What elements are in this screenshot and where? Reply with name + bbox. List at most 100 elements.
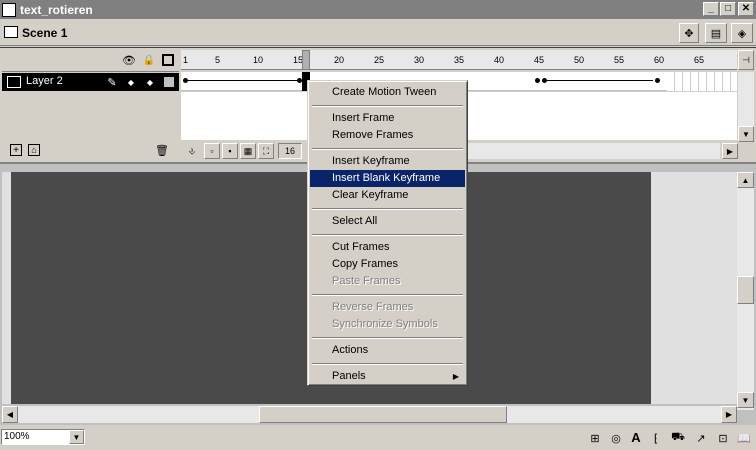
menu-item-copy-frames[interactable]: Copy Frames (310, 256, 465, 273)
pasteboard-left[interactable] (2, 172, 11, 404)
layer-header: 👁 🔒 (2, 50, 179, 72)
onion-skin-icon[interactable]: ▫ (204, 143, 220, 159)
close-icon: ✕ (741, 3, 751, 14)
timeline-vscroll[interactable]: ▼ (738, 72, 754, 142)
ruler-tick: 1 (183, 55, 189, 65)
pencil-icon: ✎ (107, 76, 117, 89)
timeline-view-button[interactable]: ⊣ (738, 50, 754, 70)
symbols-menu-button[interactable]: ◈ (731, 23, 753, 43)
menu-separator (312, 294, 463, 296)
minimize-button[interactable]: _ (703, 2, 719, 16)
layer-row[interactable]: Layer 2 ✎ ◆ ◆ (2, 73, 179, 91)
scroll-right-icon[interactable]: ▶ (722, 143, 738, 159)
onion-outline-icon[interactable]: ▪ (222, 143, 238, 159)
pasteboard[interactable] (651, 172, 737, 404)
menu-item-insert-keyframe[interactable]: Insert Keyframe (310, 153, 465, 170)
edit-scene-button[interactable]: ✥ (679, 23, 699, 43)
ruler-tick: 10 (253, 55, 264, 65)
layer-name: Layer 2 (26, 75, 63, 87)
vscroll-thumb[interactable] (737, 276, 754, 304)
menu-item-cut-frames[interactable]: Cut Frames (310, 239, 465, 256)
menu-separator (312, 234, 463, 236)
scene-label: Scene 1 (22, 26, 68, 40)
empty-frames[interactable] (667, 72, 737, 91)
actions-panel-icon[interactable]: ↗ (694, 431, 708, 445)
menu-separator (312, 105, 463, 107)
info-panel-icon[interactable]: ⊞ (588, 431, 602, 445)
menu-item-clear-keyframe[interactable]: Clear Keyframe (310, 187, 465, 204)
add-guide-icon[interactable]: ⌂ (28, 144, 40, 156)
ruler-tick: 55 (614, 55, 625, 65)
outline-icon[interactable] (162, 54, 174, 66)
menu-item-create-motion-tween[interactable]: Create Motion Tween (310, 84, 465, 101)
menu-item-remove-frames[interactable]: Remove Frames (310, 127, 465, 144)
lock-dot-icon[interactable]: ◆ (146, 75, 154, 89)
keyframe-marker[interactable] (655, 78, 660, 83)
scene-icon (4, 26, 18, 38)
context-menu: Create Motion Tween Insert Frame Remove … (307, 80, 468, 386)
menu-item-synchronize-symbols: Synchronize Symbols (332, 318, 438, 330)
menu-separator (312, 363, 463, 365)
character-panel-icon[interactable]: A (630, 430, 642, 445)
scroll-down-icon[interactable]: ▼ (737, 392, 754, 408)
window-titlebar: text_rotieren _ □ ✕ (0, 0, 756, 19)
ruler-tick: 40 (494, 55, 505, 65)
lock-icon[interactable]: 🔒 (143, 54, 155, 66)
modify-markers-icon[interactable]: ⛶ (258, 143, 274, 159)
library-icon[interactable]: 📖 (736, 431, 752, 445)
menu-item-panels-label: Panels (332, 370, 366, 382)
menu-item-select-all[interactable]: Select All (310, 213, 465, 230)
current-frame-display: 16 (278, 143, 302, 159)
visible-dot-icon[interactable]: ◆ (127, 75, 135, 89)
stage-vscroll[interactable]: ▲ ▼ (737, 172, 754, 410)
keyframe-marker[interactable] (535, 78, 540, 83)
menu-item-reverse-frames: Reverse Frames (332, 301, 414, 313)
submenu-arrow-icon: ▶ (452, 372, 459, 381)
menu-separator (312, 208, 463, 210)
scroll-right-icon[interactable]: ▶ (721, 406, 737, 423)
document-icon (2, 2, 16, 17)
hscroll-thumb[interactable] (259, 406, 507, 423)
scene-panel-icon[interactable]: ⛟ (670, 431, 686, 445)
stage-hscroll[interactable]: ◀ ▶ (2, 406, 737, 423)
menu-item-panels[interactable]: Panels ▶ (310, 368, 465, 385)
scroll-down-icon[interactable]: ▼ (738, 126, 754, 142)
movie-explorer-icon[interactable]: ⊡ (716, 431, 730, 445)
scroll-up-icon[interactable]: ▲ (737, 172, 754, 188)
instance-panel-icon[interactable]: ⁅ (648, 431, 664, 445)
menu-separator (312, 148, 463, 150)
close-button[interactable]: ✕ (738, 2, 754, 16)
chevron-down-icon[interactable]: ▼ (69, 430, 84, 444)
ruler-tick: 35 (454, 55, 465, 65)
outline-color-icon[interactable] (164, 77, 174, 87)
tween-arrow (547, 80, 653, 81)
menu-item-insert-blank-keyframe[interactable]: Insert Blank Keyframe (310, 170, 465, 187)
frame-ruler[interactable]: 1 5 10 15 20 25 30 35 40 45 50 55 60 65 (181, 50, 737, 70)
window-title: text_rotieren (20, 2, 93, 17)
maximize-button[interactable]: □ (720, 2, 736, 16)
ruler-tick: 45 (534, 55, 545, 65)
scroll-left-icon[interactable]: ◀ (2, 406, 18, 423)
scene-bar: Scene 1 ✥ ▤ ◈ (0, 20, 756, 46)
ruler-tick: 30 (414, 55, 425, 65)
keyframe-marker[interactable] (183, 78, 188, 83)
mixer-panel-icon[interactable]: ◎ (608, 431, 624, 445)
timeline-view-icon: ⊣ (742, 54, 750, 65)
trash-icon[interactable]: 🗑 (155, 144, 169, 157)
ruler-tick: 5 (215, 55, 221, 65)
center-frame-icon[interactable]: ⎀ (186, 144, 198, 158)
edit-multiple-icon[interactable]: ▦ (240, 143, 256, 159)
ruler-tick: 20 (334, 55, 345, 65)
menu-item-actions[interactable]: Actions (310, 342, 465, 359)
add-layer-icon[interactable]: + (10, 144, 22, 156)
minimize-icon: _ (708, 3, 714, 14)
menu-item-insert-frame[interactable]: Insert Frame (310, 110, 465, 127)
ruler-tick: 60 (654, 55, 665, 65)
edit-symbols-button[interactable]: ▤ (705, 23, 727, 43)
eye-icon[interactable]: 👁 (122, 54, 136, 67)
playhead[interactable] (302, 50, 310, 70)
edit-symbols-icon: ▤ (710, 27, 722, 40)
edit-scene-icon: ✥ (684, 27, 694, 40)
shapes-icon: ◈ (737, 27, 747, 40)
zoom-select[interactable]: 100% ▼ (1, 429, 85, 445)
